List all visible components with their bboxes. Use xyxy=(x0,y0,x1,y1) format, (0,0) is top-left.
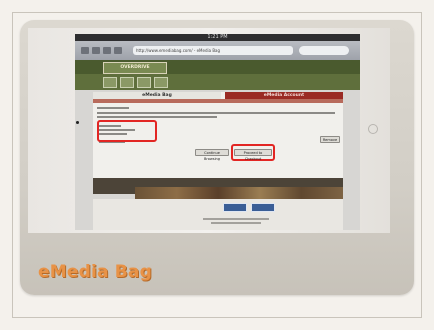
nav-icon xyxy=(103,77,117,88)
nav-icon xyxy=(154,77,168,88)
tab-emedia-account: eMedia Account xyxy=(225,92,343,99)
footer-badge xyxy=(251,203,275,212)
nav-icon xyxy=(120,77,134,88)
tab-emedia-bag: eMedia Bag xyxy=(93,92,221,99)
site-logo: OVERDRIVE xyxy=(103,62,167,74)
nav-icon xyxy=(137,77,151,88)
footer-badge xyxy=(223,203,247,212)
tab-strip xyxy=(93,99,343,103)
footer-image-strip xyxy=(135,187,343,199)
search-bar xyxy=(299,46,349,55)
text-line xyxy=(97,116,217,118)
bookmarks-icon xyxy=(103,47,111,54)
ipad-photo: 1:21 PM http://www.emediabag.com/ - eMed… xyxy=(28,28,390,233)
home-button-icon xyxy=(368,124,378,134)
site-nav xyxy=(75,74,360,90)
proceed-checkout-button: Proceed to Checkout xyxy=(234,149,272,161)
forward-icon xyxy=(92,47,100,54)
footer-text xyxy=(211,222,261,224)
bullet-dot xyxy=(76,121,79,124)
continue-browsing-button: Continue Browsing xyxy=(195,149,229,161)
browser-toolbar: http://www.emediabag.com/ - eMedia Bag xyxy=(75,41,360,60)
text-line xyxy=(97,107,129,109)
slide-caption: eMedia Bag xyxy=(38,262,152,282)
text-line xyxy=(97,112,335,114)
back-icon xyxy=(81,47,89,54)
remove-button: Remove xyxy=(320,136,340,143)
item-highlight-box xyxy=(97,120,157,142)
footer xyxy=(93,199,343,230)
url-bar: http://www.emediabag.com/ - eMedia Bag xyxy=(133,46,293,55)
footer-text xyxy=(203,218,269,220)
status-bar: 1:21 PM xyxy=(75,34,360,41)
ipad-screen: 1:21 PM http://www.emediabag.com/ - eMed… xyxy=(75,34,360,230)
add-icon xyxy=(114,47,122,54)
